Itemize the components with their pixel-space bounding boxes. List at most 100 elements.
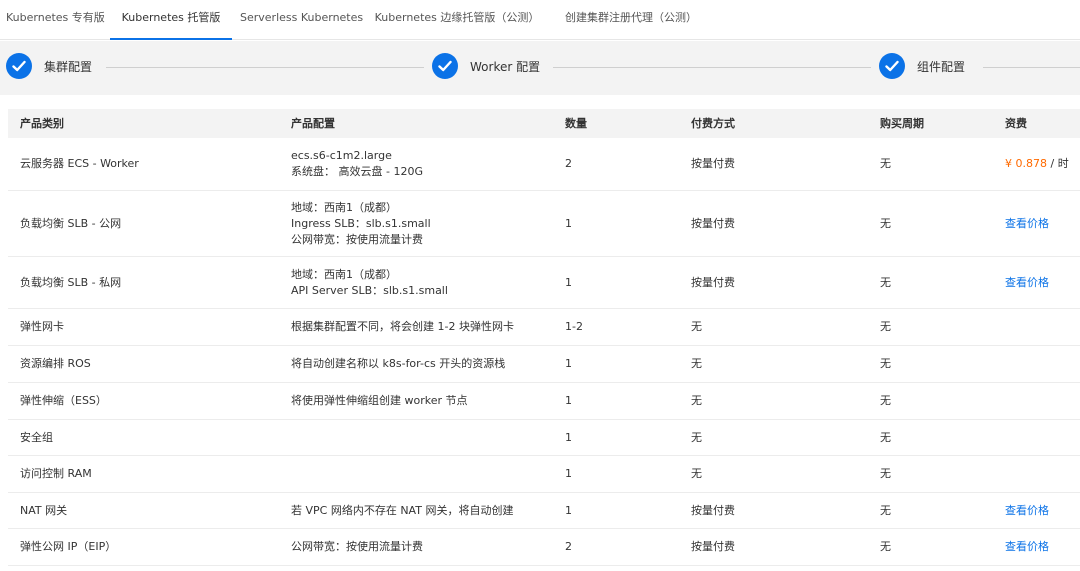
cell-payment: 无 (691, 357, 702, 370)
cell-category: 弹性公网 IP（EIP） (20, 540, 117, 553)
cell-payment: 按量付费 (691, 275, 735, 289)
cell-fee: ¥ 0.878 / 时 (1005, 138, 1069, 190)
table-row: 弹性网卡 根据集群配置不同，将会创建 1-2 块弹性网卡 1-2 无 无 (8, 309, 1080, 346)
cell-config: 将自动创建名称以 k8s-for-cs 开头的资源栈 (291, 346, 505, 382)
view-price-link[interactable]: 查看价格 (1005, 216, 1049, 232)
config-line: 将使用弹性伸缩组创建 worker 节点 (291, 394, 468, 407)
view-price-link[interactable]: 查看价格 (1005, 539, 1049, 555)
cell-period: 无 (880, 216, 891, 230)
header-fee: 资费 (1005, 117, 1027, 130)
cell-quantity: 1 (565, 467, 572, 480)
table-row: 资源编排 ROS 将自动创建名称以 k8s-for-cs 开头的资源栈 1 无 无 (8, 346, 1080, 383)
step-connector-3 (983, 67, 1080, 68)
config-line: 地域：西南1（成都） (291, 267, 397, 281)
tab-dedicated[interactable]: Kubernetes 专有版 (6, 0, 105, 40)
wizard-steps: 集群配置 Worker 配置 组件配置 (0, 41, 1080, 95)
cell-quantity: 1 (565, 275, 572, 289)
table-row: 弹性伸缩（ESS） 将使用弹性伸缩组创建 worker 节点 1 无 无 (8, 383, 1080, 420)
table-row: 弹性公网 IP（EIP） 公网带宽：按使用流量计费 2 按量付费 无 查看价格 (8, 529, 1080, 566)
header-category: 产品类别 (20, 117, 64, 130)
tab-managed[interactable]: Kubernetes 托管版 (110, 0, 232, 40)
cell-payment: 按量付费 (691, 540, 735, 553)
cell-payment: 按量付费 (691, 503, 735, 517)
tab-serverless[interactable]: Serverless Kubernetes (240, 0, 363, 40)
table-row: 负载均衡 SLB - 公网 地域：西南1（成都） Ingress SLB：slb.s… (8, 191, 1080, 257)
cell-config: 公网带宽：按使用流量计费 (291, 529, 423, 565)
table-row: 访问控制 RAM 1 无 无 (8, 456, 1080, 493)
step-2-label: Worker 配置 (470, 60, 541, 74)
price-unit: / 时 (1047, 157, 1069, 170)
cell-period: 无 (880, 320, 891, 333)
config-line: API Server SLB：slb.s1.small (291, 283, 448, 297)
table-row: NAT 网关 若 VPC 网络内不存在 NAT 网关，将自动创建 1 按量付费 无 查看价… (8, 493, 1080, 529)
cell-category: 弹性伸缩（ESS） (20, 394, 107, 407)
cluster-type-tabs: Kubernetes 专有版 Kubernetes 托管版 Serverless… (0, 0, 1080, 40)
cell-category: NAT 网关 (20, 503, 68, 517)
cell-config: 若 VPC 网络内不存在 NAT 网关，将自动创建 (291, 493, 513, 528)
step-3-check-icon (879, 53, 905, 79)
tab-edge-managed[interactable]: Kubernetes 边缘托管版（公测） (372, 0, 542, 40)
tab-register-agent[interactable]: 创建集群注册代理（公测） (560, 0, 702, 40)
cell-payment: 按量付费 (691, 157, 735, 170)
cell-quantity: 1 (565, 216, 572, 230)
config-line: 公网带宽：按使用流量计费 (291, 232, 423, 246)
config-line: Ingress SLB：slb.s1.small (291, 216, 431, 230)
cell-fee: 查看价格 (1005, 529, 1049, 565)
cell-period: 无 (880, 394, 891, 407)
step-3-label: 组件配置 (917, 60, 966, 74)
cell-payment: 无 (691, 430, 702, 444)
view-price-link[interactable]: 查看价格 (1005, 275, 1049, 291)
cell-period: 无 (880, 467, 891, 480)
table-header: 产品类别 产品配置 数量 付费方式 购买周期 资费 (8, 109, 1080, 138)
cell-category: 云服务器 ECS - Worker (20, 157, 139, 170)
header-period: 购买周期 (880, 117, 924, 130)
cell-period: 无 (880, 157, 891, 170)
cell-payment: 无 (691, 320, 702, 333)
cell-category: 资源编排 ROS (20, 357, 91, 370)
cell-period: 无 (880, 430, 891, 444)
cell-category: 负载均衡 SLB - 私网 (20, 275, 122, 289)
cell-period: 无 (880, 540, 891, 553)
cell-payment: 按量付费 (691, 216, 735, 230)
config-line: 若 VPC 网络内不存在 NAT 网关，将自动创建 (291, 503, 514, 517)
cell-category: 安全组 (20, 430, 53, 444)
view-price-link[interactable]: 查看价格 (1005, 503, 1049, 519)
header-quantity: 数量 (565, 117, 587, 130)
config-line: 根据集群配置不同，将会创建 1-2 块弹性网卡 (291, 320, 514, 333)
cell-quantity: 1-2 (565, 320, 583, 333)
fee-price: ¥ 0.878 / 时 (1005, 156, 1069, 172)
config-line: ecs.s6-c1m2.large (291, 149, 392, 162)
step-1-check-icon (6, 53, 32, 79)
cell-fee: 查看价格 (1005, 493, 1049, 528)
cell-period: 无 (880, 275, 891, 289)
cell-payment: 无 (691, 394, 702, 407)
cell-quantity: 1 (565, 357, 572, 370)
cell-period: 无 (880, 503, 891, 517)
cell-config: 将使用弹性伸缩组创建 worker 节点 (291, 383, 468, 419)
config-line: 系统盘： 高效云盘 - 120G (291, 165, 423, 178)
cell-fee: 查看价格 (1005, 257, 1049, 308)
step-1-label: 集群配置 (44, 60, 93, 74)
cell-category: 弹性网卡 (20, 320, 64, 333)
header-payment: 付费方式 (691, 117, 735, 130)
cell-category: 访问控制 RAM (20, 467, 92, 480)
cell-quantity: 1 (565, 503, 572, 517)
cell-config: 地域：西南1（成都） Ingress SLB：slb.s1.small 公网带宽：按… (291, 191, 431, 256)
cell-quantity: 1 (565, 394, 572, 407)
step-connector-1 (106, 67, 424, 68)
resource-table: 产品类别 产品配置 数量 付费方式 购买周期 资费 云服务器 ECS - Wor… (8, 109, 1080, 566)
cell-quantity: 1 (565, 430, 572, 444)
step-2-check-icon (432, 53, 458, 79)
cell-config: 根据集群配置不同，将会创建 1-2 块弹性网卡 (291, 309, 514, 345)
cell-payment: 无 (691, 467, 702, 480)
cell-period: 无 (880, 357, 891, 370)
config-line: 地域：西南1（成都） (291, 200, 397, 214)
price-amount: ¥ 0.878 (1005, 157, 1047, 170)
cell-quantity: 2 (565, 540, 572, 553)
config-line: 将自动创建名称以 k8s-for-cs 开头的资源栈 (291, 357, 506, 370)
table-row: 负载均衡 SLB - 私网 地域：西南1（成都） API Server SLB：sl… (8, 257, 1080, 309)
cell-config: ecs.s6-c1m2.large 系统盘： 高效云盘 - 120G (291, 138, 423, 190)
cell-config: 地域：西南1（成都） API Server SLB：slb.s1.small (291, 257, 448, 308)
config-line: 公网带宽：按使用流量计费 (291, 540, 423, 553)
step-connector-2 (553, 67, 871, 68)
